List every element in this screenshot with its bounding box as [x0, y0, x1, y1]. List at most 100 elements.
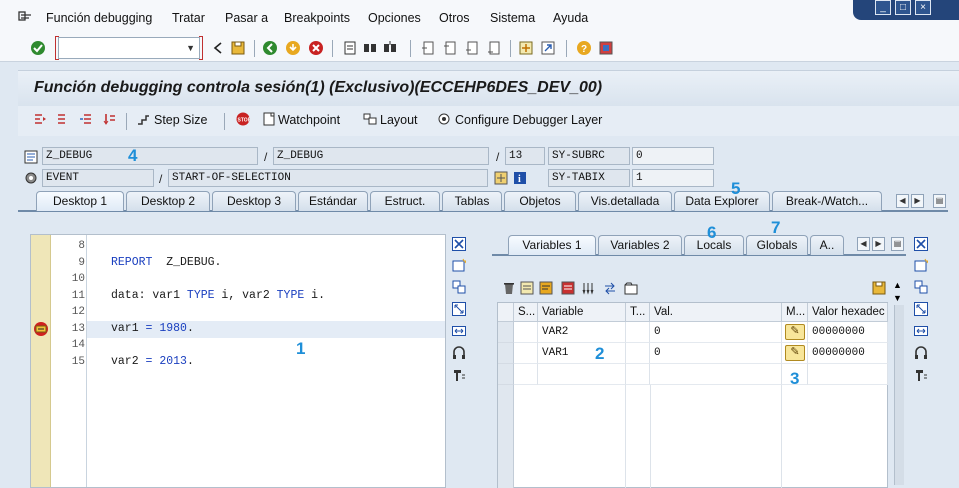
- menu-otros[interactable]: Otros: [439, 11, 470, 25]
- return-icon[interactable]: [79, 112, 93, 126]
- tool-settings-icon[interactable]: [452, 368, 466, 382]
- column-header[interactable]: M...: [782, 303, 808, 322]
- filter-icon[interactable]: [539, 281, 553, 295]
- variable-value[interactable]: 0: [650, 343, 782, 364]
- shortcut-icon[interactable]: [540, 40, 556, 56]
- close-window-button[interactable]: ×: [915, 0, 931, 15]
- column-header[interactable]: Variable: [538, 303, 626, 322]
- save-layout-icon[interactable]: [872, 281, 886, 295]
- tab-scroll-right-icon[interactable]: ▶: [911, 194, 924, 208]
- info-icon[interactable]: i: [513, 171, 527, 185]
- save-variables-icon[interactable]: [561, 281, 575, 295]
- delete-icon[interactable]: [502, 281, 516, 295]
- customize-layout-icon[interactable]: [598, 40, 614, 56]
- maximize-tool-icon[interactable]: [452, 302, 466, 316]
- tab-desktop-2[interactable]: Desktop 2: [126, 191, 210, 211]
- tab-scroll-left-icon[interactable]: ◀: [896, 194, 909, 208]
- tab-vis-detallada[interactable]: Vis.detallada: [578, 191, 672, 211]
- swap-tool-icon[interactable]: [914, 324, 928, 338]
- step-size-icon[interactable]: [136, 112, 150, 126]
- var-tab-scroll-right-icon[interactable]: ▶: [872, 237, 885, 251]
- last-page-icon[interactable]: [486, 40, 502, 56]
- tab-objetos[interactable]: Objetos: [504, 191, 576, 211]
- tab-globals[interactable]: Globals: [746, 235, 808, 255]
- single-step-icon[interactable]: [33, 112, 47, 126]
- column-header[interactable]: S...: [514, 303, 538, 322]
- save-icon[interactable]: [230, 40, 246, 56]
- row-selector[interactable]: [498, 322, 514, 343]
- create-session-icon[interactable]: [518, 40, 534, 56]
- help-icon[interactable]: ?: [576, 40, 592, 56]
- menu-sistema[interactable]: Sistema: [490, 11, 535, 25]
- close-tool-icon[interactable]: [452, 237, 466, 251]
- find-next-icon[interactable]: [382, 40, 398, 56]
- variable-name[interactable]: VAR2: [538, 322, 626, 343]
- row-selector[interactable]: [498, 364, 514, 385]
- tab-list-icon[interactable]: ▤: [933, 194, 946, 208]
- close-tool-icon[interactable]: [914, 237, 928, 251]
- watchpoint-icon[interactable]: [262, 112, 276, 126]
- row-selector[interactable]: [498, 343, 514, 364]
- vertical-scrollbar[interactable]: [894, 305, 904, 485]
- menu-tratar[interactable]: Tratar: [172, 11, 205, 25]
- tab-more[interactable]: A..: [810, 235, 844, 255]
- back-arrow-icon[interactable]: [210, 40, 226, 56]
- tool-settings-icon[interactable]: [914, 368, 928, 382]
- step-size-button[interactable]: Step Size: [154, 113, 208, 127]
- configure-debugger-layer-button[interactable]: Configure Debugger Layer: [455, 113, 602, 127]
- first-page-icon[interactable]: [420, 40, 436, 56]
- replace-tool-icon[interactable]: [914, 280, 928, 294]
- command-field[interactable]: ▼: [58, 37, 200, 59]
- detail-icon[interactable]: [520, 281, 534, 295]
- table-cell[interactable]: [538, 364, 626, 385]
- configure-icon[interactable]: [437, 112, 451, 126]
- maximize-tool-icon[interactable]: [914, 302, 928, 316]
- continue-icon[interactable]: [102, 112, 116, 126]
- scroll-down-icon[interactable]: ▼: [893, 293, 902, 303]
- menu-icon[interactable]: [18, 10, 34, 24]
- column-header[interactable]: T...: [626, 303, 650, 322]
- replace-tool-icon[interactable]: [452, 280, 466, 294]
- tab-estandar[interactable]: Estándar: [298, 191, 368, 211]
- next-page-icon[interactable]: [464, 40, 480, 56]
- tab-data-explorer[interactable]: Data Explorer: [674, 191, 770, 211]
- tab-break-watch[interactable]: Break-/Watch...: [772, 191, 882, 211]
- find-icon[interactable]: [362, 40, 378, 56]
- layout-button[interactable]: Layout: [380, 113, 418, 127]
- watchpoint-button[interactable]: Watchpoint: [278, 113, 340, 127]
- swap-tool-icon[interactable]: [452, 324, 466, 338]
- var-tab-scroll-left-icon[interactable]: ◀: [857, 237, 870, 251]
- back-icon[interactable]: [262, 40, 278, 56]
- var-tab-list-icon[interactable]: ▤: [891, 237, 904, 251]
- new-tool-icon[interactable]: [452, 258, 467, 272]
- new-tool-icon[interactable]: [914, 258, 929, 272]
- pencil-icon[interactable]: ✎: [785, 324, 805, 340]
- chevron-down-icon[interactable]: ▼: [186, 43, 195, 53]
- pencil-icon[interactable]: ✎: [785, 345, 805, 361]
- variable-name[interactable]: VAR1: [538, 343, 626, 364]
- object-icon[interactable]: [494, 171, 508, 185]
- table-cell[interactable]: [650, 364, 782, 385]
- tab-variables-2[interactable]: Variables 2: [598, 235, 682, 255]
- tab-tablas[interactable]: Tablas: [442, 191, 502, 211]
- column-header[interactable]: Val.: [650, 303, 782, 322]
- minimize-button[interactable]: _: [875, 0, 891, 15]
- scroll-up-icon[interactable]: ▲: [893, 280, 902, 290]
- source-code-editor[interactable]: 8 9 10 11 12 13 14 15 REPORT Z_DEBUG. da…: [30, 234, 446, 488]
- previous-page-icon[interactable]: [442, 40, 458, 56]
- stop-icon[interactable]: STOP: [236, 112, 252, 126]
- execute-icon[interactable]: [56, 112, 70, 126]
- cancel-icon[interactable]: [308, 40, 324, 56]
- print-icon[interactable]: [342, 40, 358, 56]
- transfer-icon[interactable]: [603, 281, 617, 295]
- breakpoint-gutter[interactable]: [31, 235, 51, 487]
- menu-ayuda[interactable]: Ayuda: [553, 11, 588, 25]
- services-tool-icon[interactable]: [452, 346, 466, 360]
- tab-estruct[interactable]: Estruct.: [370, 191, 440, 211]
- tab-desktop-3[interactable]: Desktop 3: [212, 191, 296, 211]
- services-tool-icon[interactable]: [914, 346, 928, 360]
- folder-icon[interactable]: [624, 281, 638, 295]
- tab-desktop-1[interactable]: Desktop 1: [36, 191, 124, 211]
- menu-funcion-debugging[interactable]: Función debugging: [46, 11, 152, 25]
- tab-variables-1[interactable]: Variables 1: [508, 235, 596, 255]
